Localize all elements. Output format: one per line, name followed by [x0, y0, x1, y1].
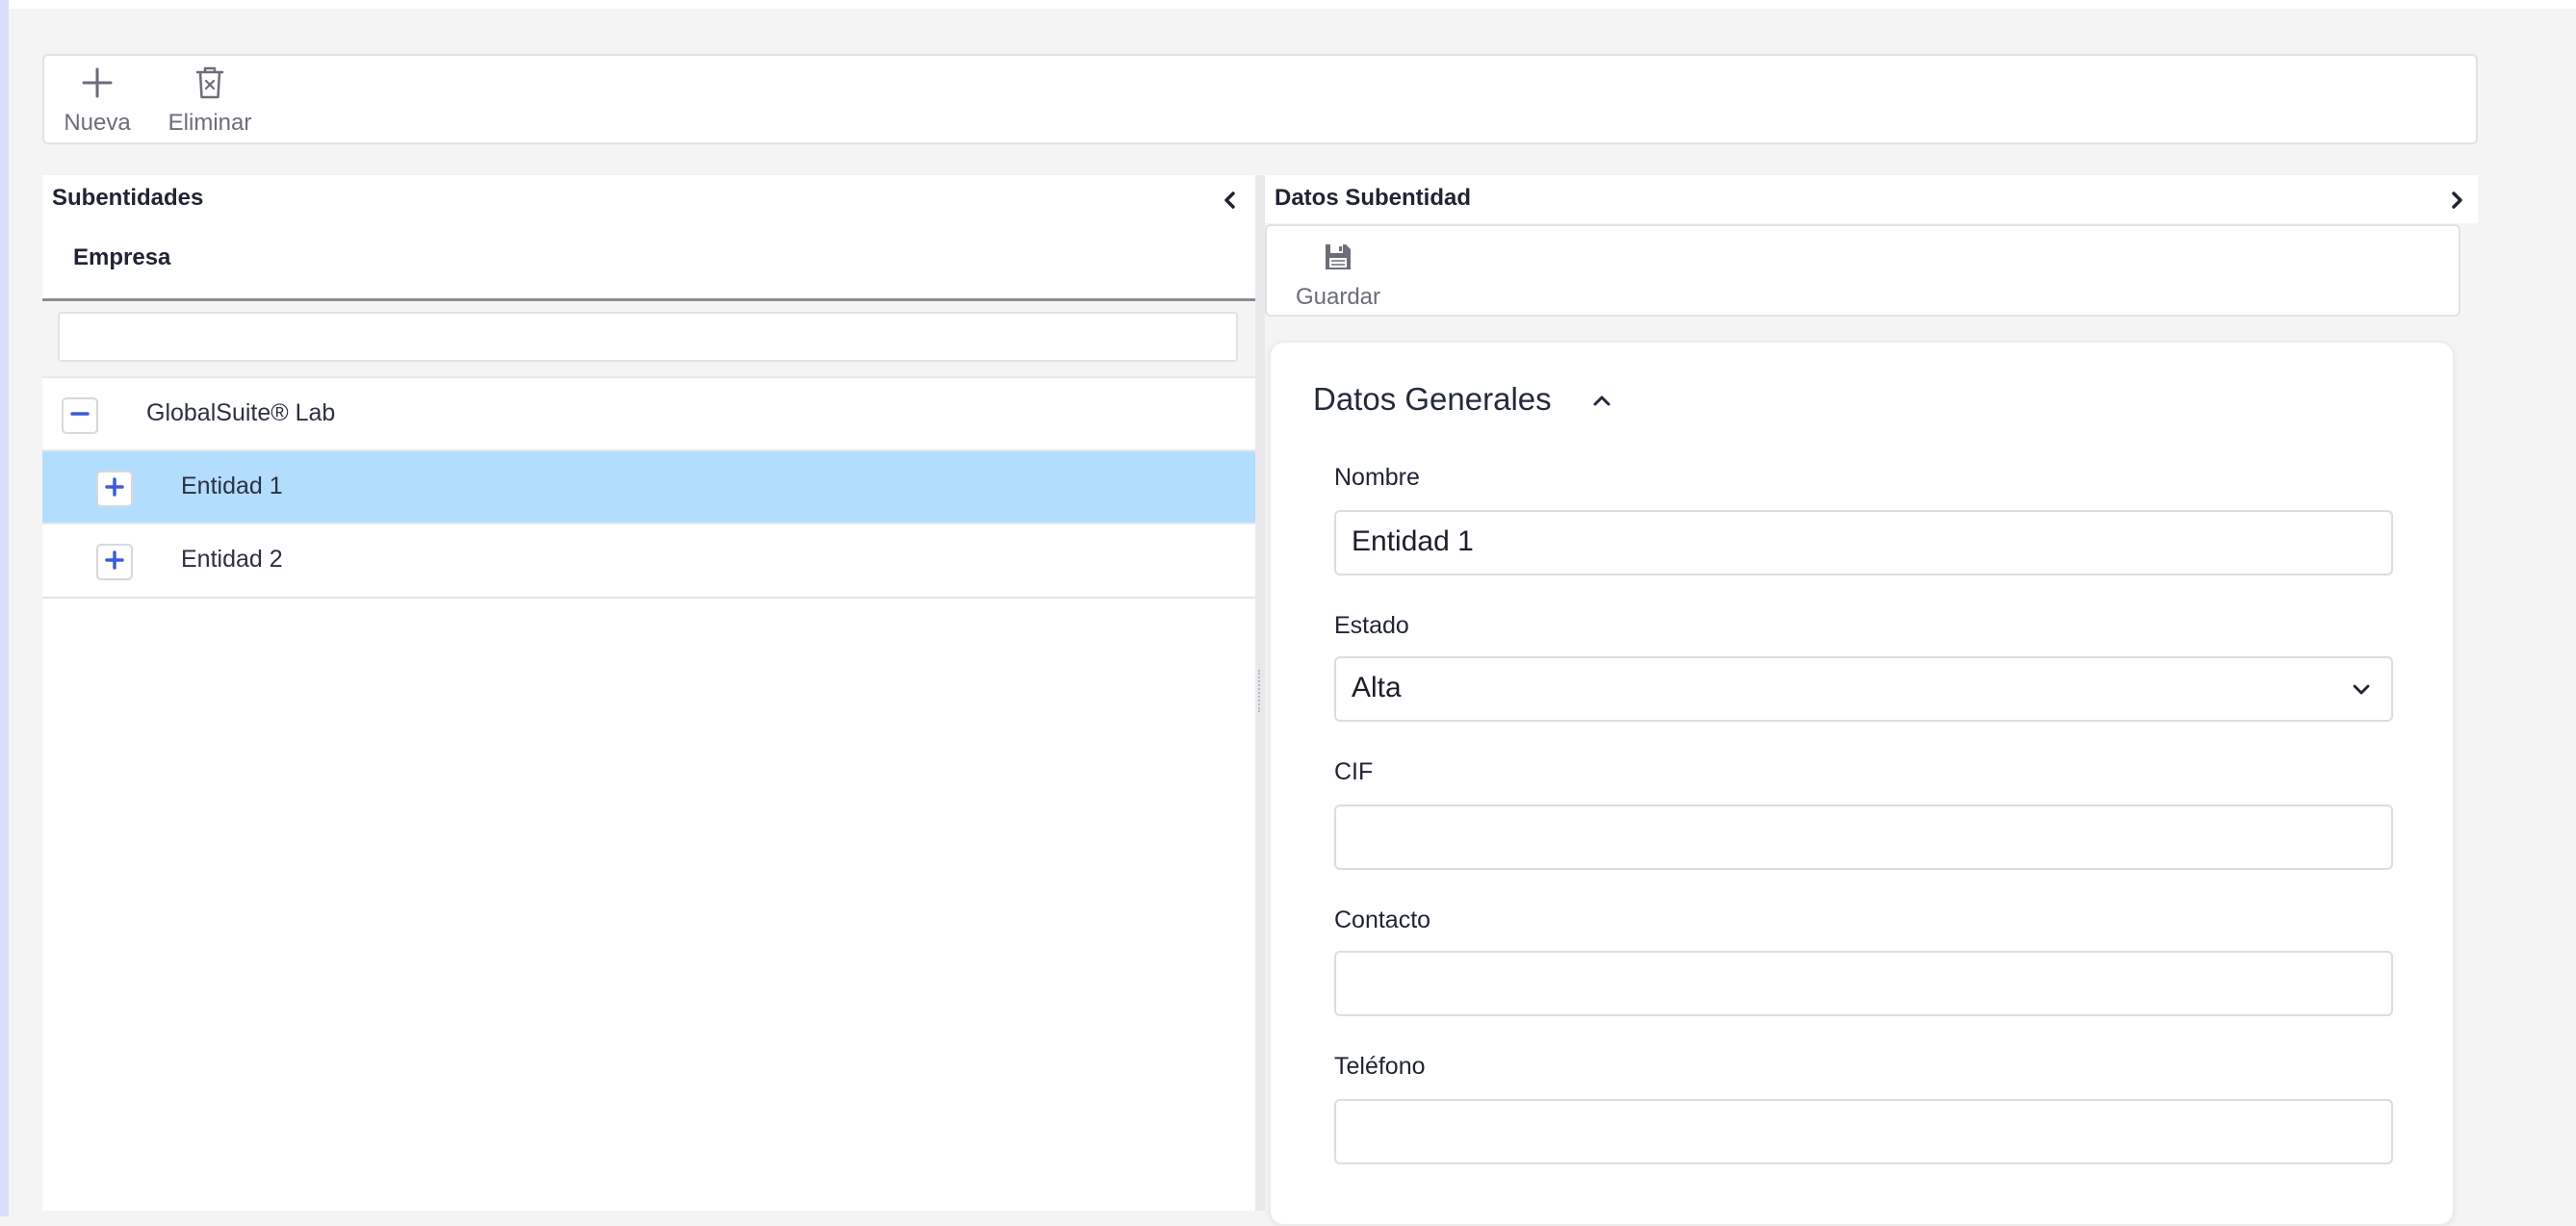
tree-row-label: GlobalSuite® Lab: [146, 399, 336, 426]
tree-row-label: Entidad 1: [181, 473, 283, 499]
general-data-card: Datos Generales Nombre Entidad 1 Estado …: [1269, 341, 2455, 1226]
delete-button[interactable]: Eliminar: [158, 62, 262, 137]
chevron-down-icon: [2349, 677, 2374, 702]
tree-row-entidad-2[interactable]: Entidad 2: [42, 523, 1255, 596]
new-button-label: Nueva: [64, 110, 131, 136]
save-button[interactable]: Guardar: [1288, 236, 1388, 311]
plus-icon: [104, 476, 125, 502]
estado-selected-value: Alta: [1352, 672, 1402, 703]
cif-field[interactable]: [1334, 805, 2393, 870]
section-title: Datos Generales: [1313, 381, 1552, 417]
chevron-up-icon[interactable]: [1588, 387, 1615, 414]
collapse-toggle[interactable]: [62, 397, 98, 434]
tree-divider: [42, 597, 1255, 599]
tree-filter-input[interactable]: [58, 312, 1238, 362]
save-icon: [1323, 236, 1353, 278]
nombre-field[interactable]: Entidad 1: [1334, 510, 2393, 575]
contacto-label: Contacto: [1334, 907, 1431, 933]
save-button-label: Guardar: [1295, 284, 1381, 310]
top-strip: [9, 0, 2576, 9]
telefono-field[interactable]: [1334, 1099, 2393, 1164]
expand-toggle[interactable]: [96, 544, 133, 580]
tree-row-globalsuite-lab[interactable]: GlobalSuite® Lab: [42, 376, 1255, 449]
nombre-label: Nombre: [1334, 464, 1420, 491]
cif-label: CIF: [1334, 758, 1374, 785]
contacto-field[interactable]: [1334, 951, 2393, 1016]
left-accent-rail: [0, 0, 9, 1216]
subentity-toolbar: Guardar: [1265, 224, 2460, 317]
new-button[interactable]: Nueva: [62, 62, 133, 137]
plus-icon: [81, 62, 114, 104]
subentity-data-header: Datos Subentidad: [1265, 175, 2478, 223]
expand-toggle[interactable]: [96, 471, 133, 507]
chevron-left-icon[interactable]: [1219, 189, 1242, 212]
plus-icon: [104, 549, 125, 575]
tree-row-label: Entidad 2: [181, 546, 283, 573]
subentities-panel: Subentidades Empresa GlobalSuite® Lab En…: [42, 175, 1255, 1211]
estado-select[interactable]: Alta: [1334, 656, 2393, 722]
estado-label: Estado: [1334, 612, 1409, 639]
minus-icon: [69, 403, 90, 429]
telefono-label: Teléfono: [1334, 1053, 1426, 1080]
tree-row-entidad-1[interactable]: Entidad 1: [42, 449, 1255, 523]
tab-empresa[interactable]: Empresa: [73, 244, 170, 271]
splitter-handle-icon[interactable]: [1258, 670, 1263, 712]
delete-button-label: Eliminar: [167, 110, 252, 136]
subentities-panel-title: Subentidades: [52, 185, 204, 211]
subentity-data-title: Datos Subentidad: [1275, 185, 1472, 211]
main-toolbar: Nueva Eliminar: [42, 54, 2478, 144]
chevron-right-icon[interactable]: [2445, 189, 2468, 212]
trash-icon: [193, 62, 226, 104]
